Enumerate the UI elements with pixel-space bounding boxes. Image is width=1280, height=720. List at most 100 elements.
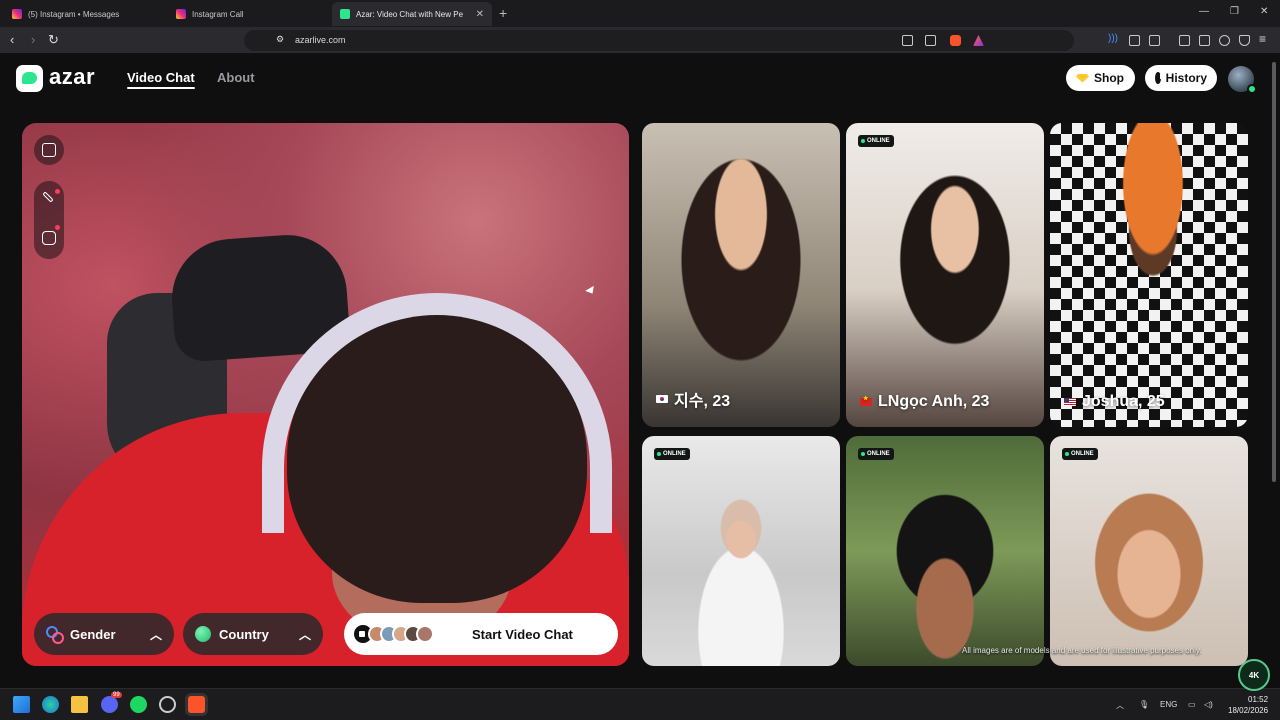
face-filter-icon[interactable] <box>42 231 56 245</box>
flag-kr-icon <box>656 395 668 403</box>
tab-azar[interactable]: Azar: Video Chat with New Pe ✕ <box>332 2 492 26</box>
instagram-icon <box>176 9 186 19</box>
tab-instagram-call[interactable]: Instagram Call <box>168 2 330 26</box>
profile-photo <box>846 436 1044 666</box>
azar-icon <box>340 9 350 19</box>
file-explorer-icon[interactable] <box>71 696 88 713</box>
online-dot <box>861 452 865 456</box>
history-button[interactable]: History <box>1145 65 1217 91</box>
scrollbar-thumb[interactable] <box>1272 62 1276 482</box>
brave-taskbar-icon[interactable] <box>188 696 205 713</box>
leo-ai-icon[interactable] <box>1219 35 1230 46</box>
nav-video-chat[interactable]: Video Chat <box>127 70 195 89</box>
profile-card[interactable]: Joshua, 25 <box>1050 123 1248 427</box>
profile-photo <box>846 123 1044 427</box>
profile-avatar[interactable] <box>1228 66 1257 94</box>
gender-label: Gender <box>70 626 116 642</box>
sidebar-icon[interactable] <box>1179 35 1190 46</box>
mouse-cursor <box>585 285 597 297</box>
address-bar-row: ‹ › ↻ ⊓ ⚙ azarlive.com ))) ≡ <box>0 27 1280 54</box>
tab-label: Azar: Video Chat with New Pe <box>356 9 464 19</box>
media-icon[interactable] <box>902 35 913 46</box>
volume-icon[interactable]: ◁) <box>1204 700 1213 709</box>
avatar-thumb <box>416 625 434 643</box>
windows-taskbar: 99 ︿ 🎙 ENG ▭ ◁) 01:52 18/02/2026 <box>0 688 1280 720</box>
online-badge-text: ONLINE <box>867 451 890 457</box>
profile-photo <box>642 123 840 427</box>
language-indicator[interactable]: ENG <box>1160 700 1177 709</box>
profile-name-text: 지수, 23 <box>674 393 731 410</box>
minimize-icon[interactable]: — <box>1199 6 1209 17</box>
instagram-icon <box>12 9 22 19</box>
brave-shields-icon[interactable] <box>950 35 961 46</box>
windows-start-icon[interactable] <box>13 696 30 713</box>
online-dot <box>861 139 865 143</box>
wallet-icon[interactable] <box>1199 35 1210 46</box>
clock-icon <box>1155 72 1162 84</box>
close-window-icon[interactable]: ✕ <box>1260 6 1268 17</box>
steam-icon[interactable] <box>159 696 176 713</box>
new-tab-button[interactable]: + <box>499 5 507 21</box>
shop-button[interactable]: Shop <box>1066 65 1135 91</box>
tab-instagram-messages[interactable]: (5) Instagram • Messages <box>4 2 166 26</box>
close-tab-icon[interactable]: ✕ <box>476 9 484 20</box>
online-badge: ONLINE <box>858 448 894 460</box>
online-badge-text: ONLINE <box>663 451 686 457</box>
profile-card[interactable]: ONLINE <box>642 436 840 666</box>
profile-photo <box>642 436 840 666</box>
reload-icon[interactable]: ↻ <box>48 32 59 48</box>
spotify-icon[interactable] <box>130 696 147 713</box>
start-video-chat-button[interactable]: Start Video Chat <box>344 613 618 655</box>
local-camera-preview: Gender ︿ Country ︿ Start Video Chat <box>22 123 629 666</box>
site-info-icon[interactable]: ⚙ <box>276 34 284 45</box>
flag-vn-icon <box>860 395 872 406</box>
tab-search-icon[interactable] <box>1149 35 1160 46</box>
online-dot <box>657 452 661 456</box>
wand-notification-dot <box>55 189 60 194</box>
system-clock[interactable]: 01:52 18/02/2026 <box>1228 694 1268 716</box>
forward-icon[interactable]: › <box>31 32 35 47</box>
online-badge-text: ONLINE <box>867 138 890 144</box>
azar-logo-text[interactable]: azar <box>49 64 95 90</box>
expand-icon <box>42 143 56 157</box>
discord-icon[interactable] <box>101 696 118 713</box>
online-badge-text: ONLINE <box>1071 451 1094 457</box>
share-icon[interactable] <box>925 35 936 46</box>
shop-label: Shop <box>1094 71 1124 85</box>
fullscreen-toggle[interactable] <box>34 135 64 165</box>
page-scrollbar[interactable] <box>1271 54 1277 688</box>
discord-badge: 99 <box>111 692 122 698</box>
gem-icon <box>1076 73 1089 83</box>
globe-icon <box>195 626 211 642</box>
edge-icon[interactable] <box>42 696 59 713</box>
profile-card[interactable]: 지수, 23 <box>642 123 840 427</box>
channel-watermark-logo: 4K <box>1238 659 1270 691</box>
profile-photo <box>1050 123 1248 427</box>
profile-name: Joshua, 25 <box>1064 393 1165 411</box>
history-label: History <box>1165 71 1207 85</box>
profile-name-text: LNgọc Anh, 23 <box>878 393 990 410</box>
browser-tab-strip: (5) Instagram • Messages Instagram Call … <box>0 0 1280 27</box>
azar-site: azar Video Chat About Shop History Gende… <box>0 54 1280 688</box>
microphone-icon[interactable]: 🎙 <box>1139 700 1149 709</box>
filter-notification-dot <box>55 225 60 230</box>
tray-overflow-icon[interactable]: ︿ <box>1116 700 1124 711</box>
vpn-icon[interactable] <box>1239 35 1250 46</box>
profile-card[interactable]: ONLINE <box>1050 436 1248 666</box>
audio-icon[interactable]: ))) <box>1108 33 1119 44</box>
restore-icon[interactable]: ❐ <box>1230 6 1239 17</box>
profile-card[interactable]: ONLINE <box>846 436 1044 666</box>
gender-filter-button[interactable]: Gender ︿ <box>34 613 174 655</box>
online-badge: ONLINE <box>654 448 690 460</box>
online-status-dot <box>1247 84 1257 94</box>
menu-icon[interactable]: ≡ <box>1259 32 1266 46</box>
country-filter-button[interactable]: Country ︿ <box>183 613 323 655</box>
clock-time: 01:52 <box>1248 695 1269 704</box>
azar-logo-icon[interactable] <box>16 65 43 92</box>
nav-about[interactable]: About <box>217 70 255 85</box>
profile-card[interactable]: ONLINE LNgọc Anh, 23 <box>846 123 1044 427</box>
back-icon[interactable]: ‹ <box>10 32 14 47</box>
network-icon[interactable]: ▭ <box>1188 700 1196 709</box>
magic-wand-icon[interactable] <box>42 191 54 203</box>
extensions-icon[interactable] <box>1129 35 1140 46</box>
